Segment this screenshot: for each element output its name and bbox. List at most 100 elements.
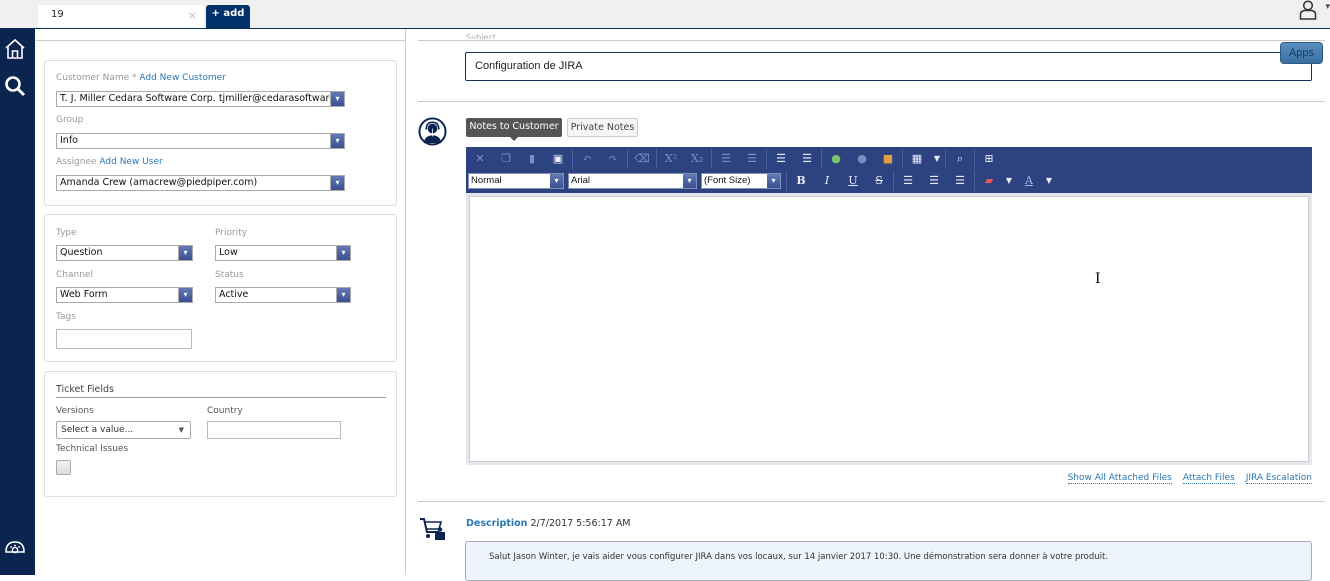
customer-value: T. J. Miller Cedara Software Corp. tjmil… <box>60 93 345 104</box>
chevron-down-icon[interactable]: ▾ <box>330 176 344 190</box>
search-icon[interactable] <box>3 74 27 98</box>
chevron-down-icon[interactable]: ▾ <box>178 288 192 302</box>
underline-button[interactable]: U <box>840 171 866 191</box>
show-all-attached-files-link[interactable]: Show All Attached Files <box>1067 473 1172 484</box>
ticket-detail-area: Subject Configuration de JIRA Apps Notes… <box>406 29 1330 581</box>
customer-select[interactable]: T. J. Miller Cedara Software Corp. tjmil… <box>56 91 345 107</box>
paragraph-style-select[interactable]: Normal ▾ <box>468 173 564 189</box>
chevron-down-icon[interactable]: ▾ <box>336 246 350 260</box>
customer-cart-icon <box>420 518 445 540</box>
chevron-down-icon[interactable]: ▾ <box>550 174 563 188</box>
chevron-down-icon[interactable]: ▾ <box>767 174 780 188</box>
chevron-down-icon[interactable]: ▾ <box>330 134 344 148</box>
tags-input[interactable] <box>56 329 192 349</box>
ordered-list-icon[interactable]: ☰ <box>713 149 739 169</box>
insert-table-icon[interactable]: ▦ <box>904 149 930 169</box>
close-icon[interactable]: × <box>188 9 197 22</box>
attach-files-link[interactable]: Attach Files <box>1182 473 1235 484</box>
align-left-icon[interactable]: ☰ <box>895 171 921 191</box>
status-select[interactable]: Active ▾ <box>215 287 351 303</box>
customer-name-label: Customer Name <box>56 73 130 83</box>
align-center-icon[interactable]: ☰ <box>921 171 947 191</box>
technical-issues-label: Technical Issues <box>56 444 129 454</box>
font-name-select[interactable]: Arial ▾ <box>568 173 697 189</box>
divider <box>572 149 573 169</box>
apps-button[interactable]: Apps <box>1280 42 1323 64</box>
chevron-down-icon[interactable]: ▾ <box>1325 2 1330 12</box>
subscript-icon[interactable]: X₂ <box>684 149 710 169</box>
divider <box>36 40 406 41</box>
divider <box>766 149 767 169</box>
toolbar-row-2: Normal ▾ Arial ▾ (Font Size) ▾ B I U S ☰… <box>468 170 1056 192</box>
divider <box>656 149 657 169</box>
home-icon[interactable] <box>3 37 27 61</box>
chevron-down-icon[interactable]: ▾ <box>178 246 192 260</box>
chevron-down-icon[interactable]: ▼ <box>179 422 184 438</box>
add-new-user-link[interactable]: Add New User <box>99 157 162 167</box>
paste-from-word-icon[interactable]: ▣ <box>545 149 571 169</box>
agent-headset-icon <box>418 117 447 146</box>
hyperlink-icon[interactable]: ● <box>823 149 849 169</box>
priority-select[interactable]: Low ▾ <box>215 245 351 261</box>
tags-label: Tags <box>56 312 76 322</box>
support-icon[interactable] <box>3 536 27 560</box>
format-stripper-icon[interactable]: ⌫ <box>629 149 655 169</box>
chevron-down-icon[interactable]: ▾ <box>683 174 696 188</box>
description-timestamp: 2/7/2017 5:56:17 AM <box>530 518 631 529</box>
subject-input[interactable]: Configuration de JIRA <box>465 52 1312 81</box>
cut-icon[interactable]: ✕ <box>467 149 493 169</box>
add-new-customer-link[interactable]: Add New Customer <box>139 73 226 83</box>
attachment-links: Show All Attached Files Attach Files JIR… <box>1067 473 1312 484</box>
font-name-value: Arial <box>571 175 591 186</box>
outdent-icon[interactable]: ☰ <box>794 149 820 169</box>
italic-button[interactable]: I <box>814 171 840 191</box>
group-select[interactable]: Info ▾ <box>56 133 345 149</box>
font-size-select[interactable]: (Font Size) ▾ <box>701 173 781 189</box>
description-title[interactable]: Description <box>466 518 527 529</box>
undo-icon[interactable]: ↶ <box>574 149 600 169</box>
fullscreen-icon[interactable]: ⊞ <box>976 149 1002 169</box>
redo-icon[interactable]: ↷ <box>600 149 626 169</box>
image-manager-icon[interactable]: ■ <box>875 149 901 169</box>
strikethrough-button[interactable]: S <box>866 171 892 191</box>
superscript-icon[interactable]: X² <box>658 149 684 169</box>
versions-select[interactable]: Select a value... ▼ <box>56 421 191 439</box>
divider <box>418 101 1325 102</box>
technical-issues-checkbox[interactable] <box>56 460 71 475</box>
indent-icon[interactable]: ☰ <box>768 149 794 169</box>
editor-content[interactable] <box>469 196 1309 462</box>
tab-label: 19 <box>51 9 64 20</box>
find-replace-icon[interactable]: ⌕ <box>947 149 973 169</box>
background-color-icon[interactable]: ▰ <box>976 171 1002 191</box>
channel-select[interactable]: Web Form ▾ <box>56 287 193 303</box>
copy-icon[interactable]: ❐ <box>493 149 519 169</box>
ticket-properties-panel: Customer Name * Add New Customer T. J. M… <box>35 29 406 575</box>
remove-link-icon[interactable]: ● <box>849 149 875 169</box>
bold-button[interactable]: B <box>788 171 814 191</box>
status-value: Active <box>219 289 249 300</box>
font-size-value: (Font Size) <box>704 175 751 186</box>
group-label: Group <box>56 115 84 125</box>
type-select[interactable]: Question ▾ <box>56 245 193 261</box>
align-right-icon[interactable]: ☰ <box>947 171 973 191</box>
paste-icon[interactable]: ▮ <box>519 149 545 169</box>
tab-notes-to-customer[interactable]: Notes to Customer <box>466 118 562 141</box>
versions-label: Versions <box>56 406 94 416</box>
chevron-down-icon[interactable]: ▼ <box>1042 171 1056 191</box>
chevron-down-icon[interactable]: ▼ <box>1002 171 1016 191</box>
add-tab-button[interactable]: + add <box>206 5 250 28</box>
paragraph-style-value: Normal <box>471 175 502 186</box>
ticket-tab[interactable]: 19 × <box>38 5 204 28</box>
chevron-down-icon[interactable]: ▾ <box>330 92 344 106</box>
unordered-list-icon[interactable]: ☰ <box>739 149 765 169</box>
country-input[interactable] <box>207 421 341 439</box>
user-icon[interactable] <box>1299 0 1317 20</box>
chevron-down-icon[interactable]: ▾ <box>336 288 350 302</box>
chevron-down-icon[interactable]: ▼ <box>930 149 944 169</box>
assignee-select[interactable]: Amanda Crew (amacrew@piedpiper.com) ▾ <box>56 175 345 191</box>
divider <box>627 149 628 169</box>
tab-private-notes[interactable]: Private Notes <box>567 118 638 137</box>
ticket-fields-card: Ticket Fields Versions Select a value...… <box>44 371 397 497</box>
fore-color-icon[interactable]: A <box>1016 171 1042 191</box>
jira-escalation-link[interactable]: JIRA Escalation <box>1245 473 1312 484</box>
